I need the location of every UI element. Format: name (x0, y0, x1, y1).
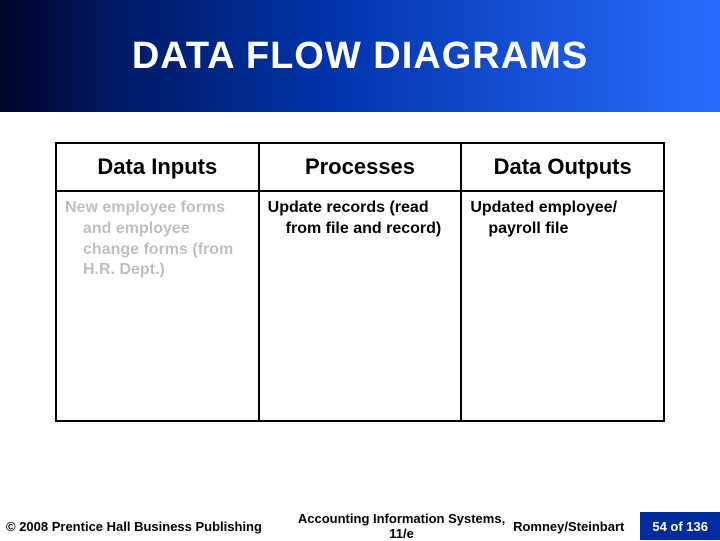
slide-title: DATA FLOW DIAGRAMS (132, 35, 588, 78)
table-header-row: Data Inputs Processes Data Outputs (56, 143, 664, 191)
cell-outputs: Updated employee/ payroll file (461, 191, 664, 421)
inputs-text: New employee forms and employee change f… (65, 198, 250, 281)
footer: © 2008 Prentice Hall Business Publishing… (0, 512, 720, 540)
cell-processes: Update records (read from file and recor… (259, 191, 462, 421)
footer-page: 54 of 136 (640, 512, 720, 540)
outputs-text: Updated employee/ payroll file (470, 198, 655, 240)
cell-inputs: New employee forms and employee change f… (56, 191, 259, 421)
footer-authors: Romney/Steinbart (513, 519, 630, 534)
table-row: New employee forms and employee change f… (56, 191, 664, 421)
title-band: DATA FLOW DIAGRAMS (0, 0, 720, 112)
header-processes: Processes (259, 143, 462, 191)
footer-copyright: © 2008 Prentice Hall Business Publishing (0, 519, 290, 534)
table-container: Data Inputs Processes Data Outputs New e… (0, 112, 720, 422)
header-data-outputs: Data Outputs (461, 143, 664, 191)
footer-book: Accounting Information Systems, 11/e (290, 511, 513, 541)
processes-text: Update records (read from file and recor… (268, 198, 453, 240)
data-flow-table: Data Inputs Processes Data Outputs New e… (55, 142, 665, 422)
header-data-inputs: Data Inputs (56, 143, 259, 191)
